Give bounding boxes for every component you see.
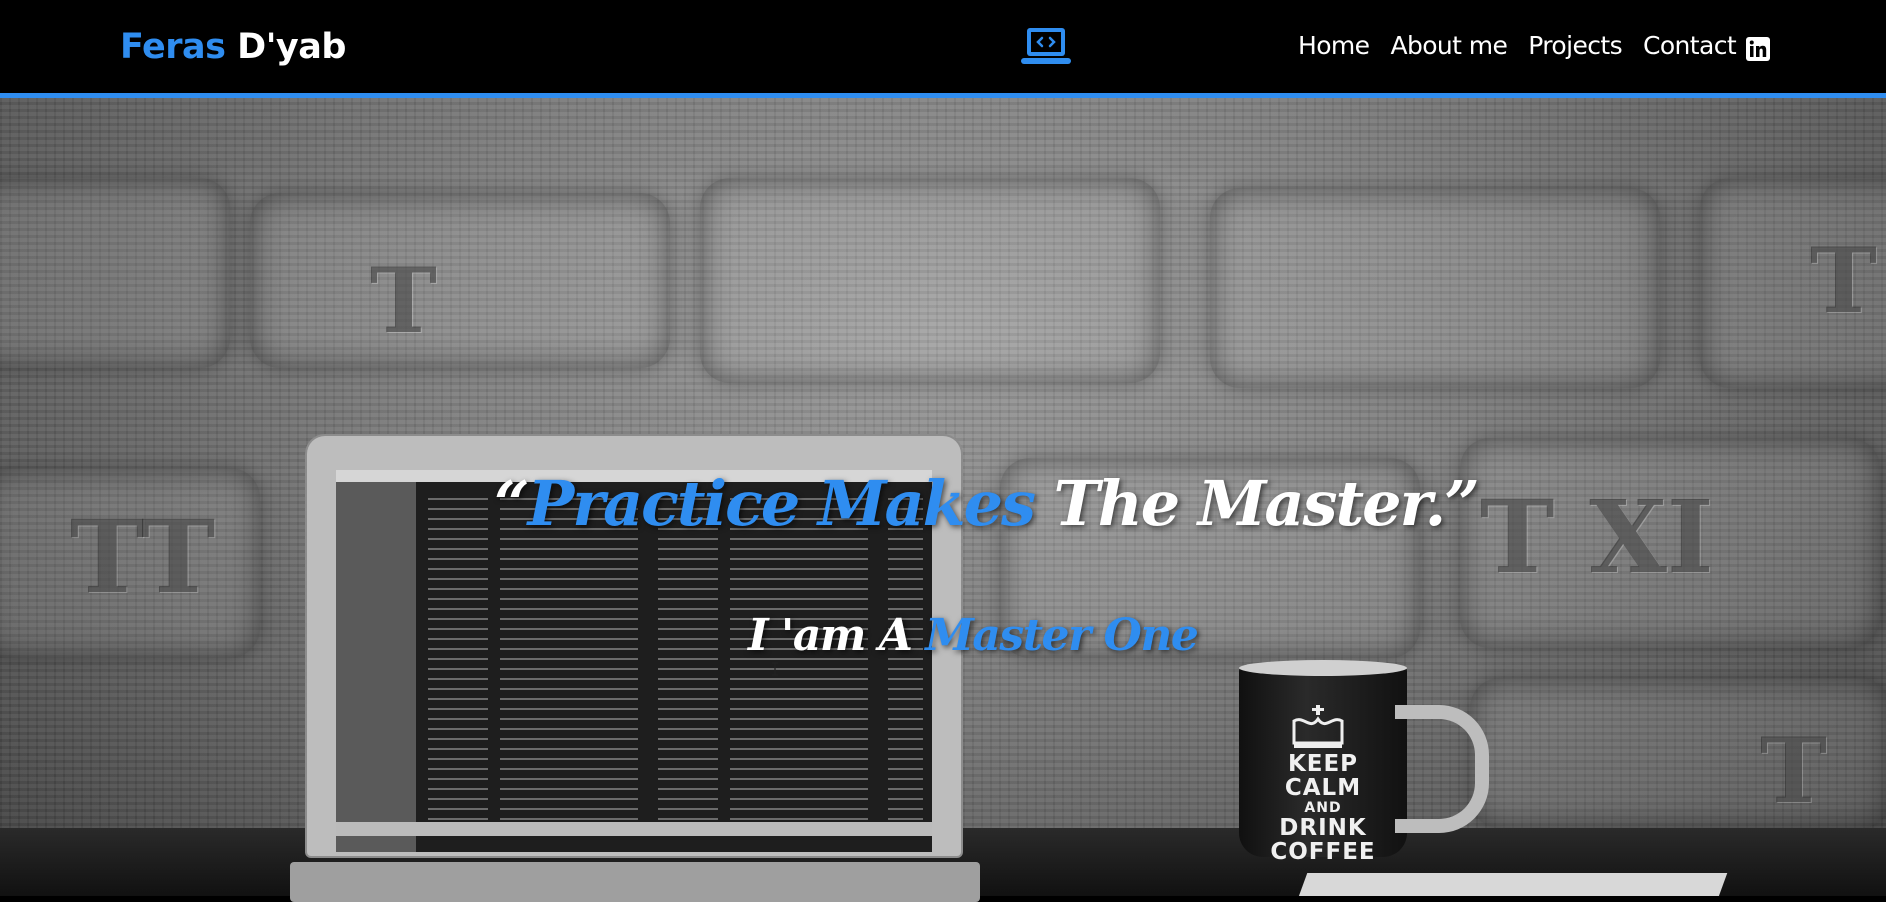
wall-brick — [700, 178, 1160, 383]
nav-home[interactable]: Home — [1298, 33, 1370, 58]
mug-line: CALM — [1284, 775, 1362, 801]
brand-first-name: Feras — [120, 27, 226, 67]
editor-sidebar — [336, 482, 416, 852]
laptop-keyboard — [290, 862, 980, 902]
nav-projects[interactable]: Projects — [1528, 33, 1622, 58]
carved-mark: TT — [70, 498, 216, 616]
carved-mark: T — [1760, 718, 1827, 824]
hero-tagline: I 'am A Master One — [748, 614, 1199, 658]
editor-statusbar — [336, 822, 932, 836]
nav-contact[interactable]: Contact — [1643, 33, 1737, 58]
wall-brick — [0, 178, 230, 368]
mug-line: AND — [1304, 800, 1342, 816]
carved-mark: T XI — [1480, 478, 1714, 596]
mug-rim — [1239, 660, 1407, 676]
mug-slogan: KEEP CALM AND DRINK COFFEE — [1239, 752, 1407, 864]
quote-rest: The Master.” — [1033, 467, 1480, 540]
mug-line: COFFEE — [1270, 839, 1376, 865]
tagline-prefix: I 'am A — [748, 610, 926, 661]
tagline-highlight: Master One — [925, 610, 1199, 661]
wall-brick — [1210, 188, 1660, 388]
nav-menu: Home About me Projects Contact — [1298, 33, 1757, 58]
carved-mark: T — [370, 248, 437, 354]
navbar: Feras D'yab Home About me Projects Conta… — [0, 0, 1886, 98]
linkedin-icon[interactable] — [1746, 37, 1770, 61]
quote-highlight: Practice Makes — [527, 467, 1036, 540]
mug-line: DRINK — [1279, 815, 1367, 841]
brand-logo[interactable]: Feras D'yab — [120, 30, 346, 65]
crown-icon — [1292, 705, 1344, 748]
code-lines — [428, 492, 923, 832]
laptop-code-icon — [1021, 28, 1071, 64]
carved-mark: T — [1810, 228, 1877, 334]
wall-brick — [250, 193, 670, 368]
notebook — [1292, 873, 1728, 896]
mug-line: KEEP — [1287, 751, 1359, 777]
nav-about-me[interactable]: About me — [1390, 33, 1507, 58]
quote-open-mark: “ — [494, 467, 530, 540]
mug-handle — [1395, 705, 1489, 833]
brand-last-name: D'yab — [237, 27, 346, 67]
hero-quote: “Practice Makes The Master.” — [494, 473, 1480, 535]
text-cursor-icon — [772, 662, 778, 676]
